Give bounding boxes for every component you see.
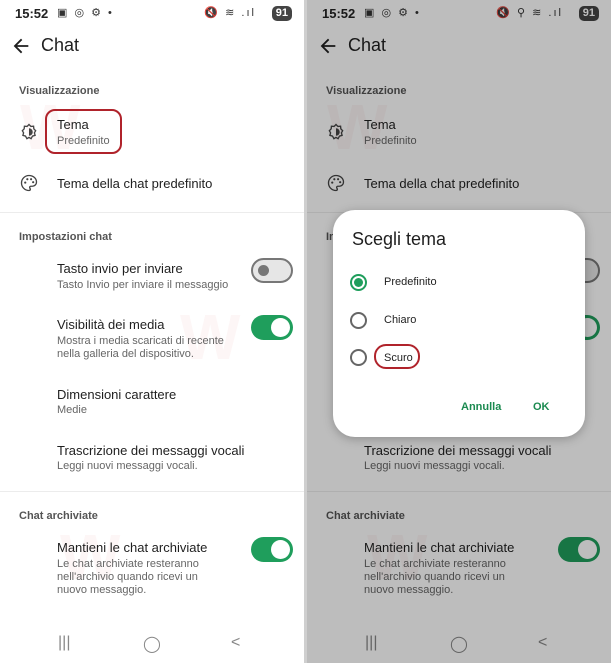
app-bar: Chat <box>0 26 304 66</box>
radio-light[interactable] <box>350 312 367 329</box>
setting-media-title: Visibilità dei media <box>57 317 165 332</box>
option-label-default: Predefinito <box>384 276 437 288</box>
setting-keep-archived-title: Mantieni le chat archiviate <box>57 540 208 555</box>
setting-media-desc-1: Mostra i media scaricati di recente <box>57 335 224 347</box>
section-header-chat-settings: Impostazioni chat <box>19 231 112 243</box>
setting-keep-archived-desc-2: nell'archivio quando ricevi un <box>57 571 198 583</box>
status-time: 15:52 <box>15 6 49 21</box>
setting-keep-archived-desc-1: Le chat archiviate resteranno <box>57 558 199 570</box>
setting-media-desc-2: nella galleria del dispositivo. <box>57 348 194 360</box>
status-bar: 15:52 ▣ ◎ ⚙ • 🔇 ≋ .ıl 91 <box>0 0 304 26</box>
home-icon[interactable]: ◯ <box>143 634 161 654</box>
divider <box>0 212 304 213</box>
highlight-circle <box>374 344 420 369</box>
radio-default[interactable] <box>350 274 367 291</box>
setting-transcription-desc: Leggi nuovi messaggi vocali. <box>57 460 198 472</box>
toggle-knob <box>258 265 269 276</box>
settings-screen-left: W W W 15:52 ▣ ◎ ⚙ • 🔇 ≋ .ıl 91 Chat Visu… <box>0 0 304 663</box>
page-title: Chat <box>41 35 80 55</box>
divider <box>0 491 304 492</box>
setting-transcription-title: Trascrizione dei messaggi vocali <box>57 443 245 458</box>
navigation-bar: ||| ◯ < <box>0 625 304 663</box>
setting-keep-archived-desc-3: nuovo messaggio. <box>57 584 147 596</box>
ok-button[interactable]: OK <box>533 401 550 413</box>
back-nav-icon[interactable]: < <box>231 634 240 652</box>
back-arrow-icon[interactable] <box>10 35 32 57</box>
media-visibility-toggle[interactable] <box>251 315 293 340</box>
notification-icons: ▣ ◎ ⚙ • <box>57 7 114 19</box>
recents-icon[interactable]: ||| <box>58 634 70 652</box>
battery-icon: 91 <box>271 6 292 21</box>
radio-dark[interactable] <box>350 349 367 366</box>
setting-font-size-title: Dimensioni carattere <box>57 387 177 402</box>
toggle-knob <box>271 540 290 559</box>
option-label-light: Chiaro <box>384 314 417 326</box>
dialog-title: Scegli tema <box>352 229 447 249</box>
section-header-archived: Chat archiviate <box>19 510 98 522</box>
system-icons: 🔇 ≋ .ıl <box>204 7 256 19</box>
setting-font-size-value: Medie <box>57 404 87 416</box>
theme-dialog: Scegli tema Predefinito Chiaro Scuro Ann… <box>333 210 585 437</box>
section-header-display: Visualizzazione <box>19 85 100 97</box>
toggle-knob <box>271 318 290 337</box>
setting-enter-send-desc: Tasto Invio per inviare il messaggio <box>57 279 229 291</box>
brightness-icon <box>21 123 37 140</box>
enter-send-toggle[interactable] <box>251 258 293 283</box>
settings-screen-right: W W W 15:52 ▣ ◎ ⚙ • 🔇 ⚲ ≋ .ıl 91 Chat Vi… <box>307 0 611 663</box>
setting-wallpaper-title: Tema della chat predefinito <box>57 176 213 191</box>
cancel-button[interactable]: Annulla <box>461 401 501 413</box>
setting-enter-send-title: Tasto invio per inviare <box>57 261 183 276</box>
keep-archived-toggle[interactable] <box>251 537 293 562</box>
palette-icon <box>20 174 38 192</box>
highlight-circle <box>45 109 122 154</box>
